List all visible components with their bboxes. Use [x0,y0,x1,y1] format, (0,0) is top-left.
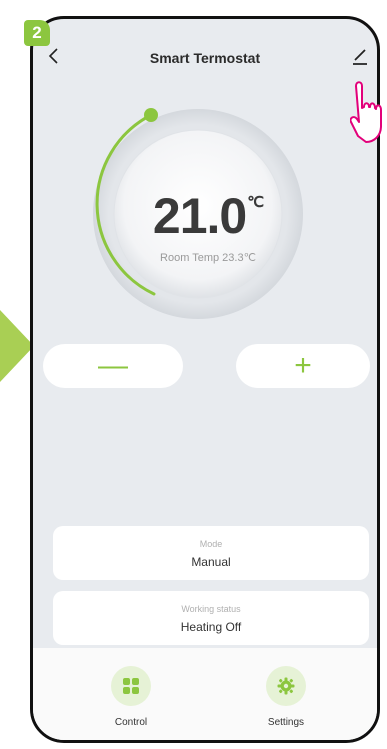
bottom-navigation: Control Settings [33,648,377,740]
phone-screen: Smart Termostat 21.0℃ Room Temp 23.3℃ — … [30,16,380,743]
mode-value: Manual [191,555,231,569]
mode-card[interactable]: Mode Manual [53,526,369,580]
temperature-dial[interactable]: 21.0℃ Room Temp 23.3℃ [33,19,377,359]
hand-pointer-icon [350,81,382,143]
dial-handle[interactable] [144,108,158,122]
decrease-temperature-button[interactable]: — [43,344,183,388]
grid-icon [111,666,151,706]
room-temperature: Room Temp 23.3℃ [160,252,256,264]
increase-temperature-button[interactable]: + [236,344,370,388]
step-number-badge: 2 [24,20,50,46]
working-status-card[interactable]: Working status Heating Off [53,591,369,645]
nav-item-settings[interactable]: Settings [246,666,326,728]
working-status-label: Working status [181,604,241,614]
nav-item-control[interactable]: Control [91,666,171,728]
working-status-value: Heating Off [180,620,242,634]
nav-label-settings: Settings [267,717,305,728]
gear-icon [266,666,306,706]
nav-label-control: Control [114,717,148,728]
temperature-unit: ℃ [247,194,264,211]
side-arrow-marker [0,310,34,382]
set-temperature: 21.0℃ [152,188,264,244]
mode-label: Mode [199,539,223,549]
